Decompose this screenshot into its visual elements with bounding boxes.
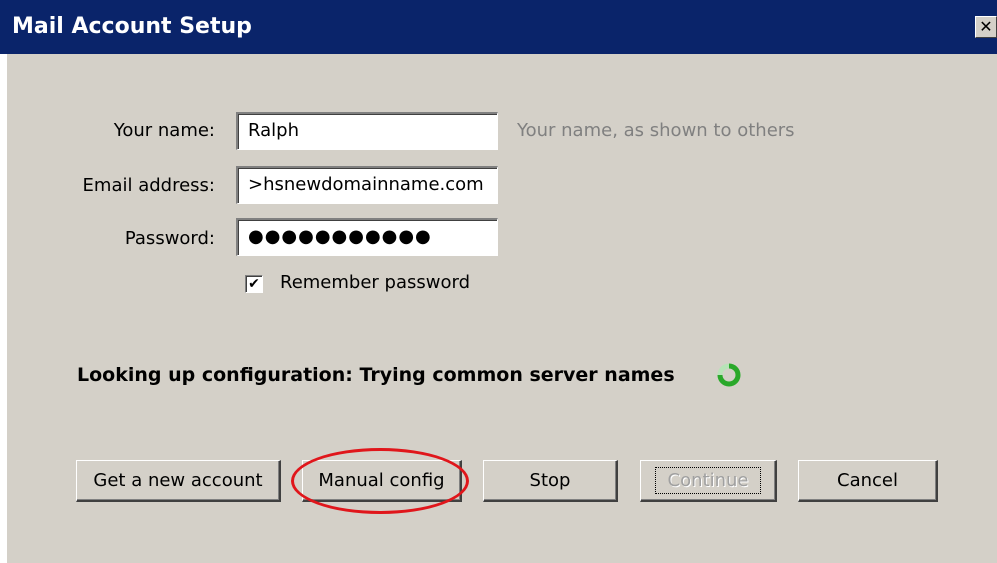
- your-name-hint: Your name, as shown to others: [517, 120, 795, 141]
- email-label-text: Email address:: [82, 175, 215, 196]
- title-bar: Mail Account Setup ✕: [0, 0, 997, 54]
- your-name-label: Your name:: [15, 120, 215, 142]
- manual-config-button[interactable]: Manual config: [302, 460, 462, 502]
- email-value: >hsnewdomainname.com: [248, 174, 484, 195]
- password-masked-value: ●●●●●●●●●●●: [248, 226, 432, 247]
- left-border: [0, 54, 8, 563]
- remember-password-checkbox[interactable]: ✔: [245, 275, 263, 293]
- close-icon: ✕: [979, 17, 993, 36]
- get-new-account-button[interactable]: Get a new account: [76, 460, 281, 502]
- your-name-label-text: Your name:: [113, 120, 215, 141]
- your-name-value: Ralph: [248, 120, 299, 141]
- get-new-account-label: Get a new account: [93, 470, 263, 491]
- status-message: Looking up configuration: Trying common …: [77, 364, 675, 386]
- checkmark-icon: ✔: [248, 276, 260, 292]
- stop-label: Stop: [529, 470, 571, 491]
- stop-button[interactable]: Stop: [483, 460, 618, 502]
- remember-password-label: Remember password: [280, 272, 470, 293]
- your-name-input[interactable]: Ralph: [236, 112, 498, 150]
- manual-config-label: Manual config: [318, 470, 445, 491]
- cancel-label: Cancel: [837, 470, 898, 491]
- loading-spinner-icon: [717, 363, 741, 387]
- password-label: Password:: [15, 228, 215, 250]
- password-label-text: Password:: [124, 228, 215, 249]
- password-input[interactable]: ●●●●●●●●●●●: [236, 218, 498, 256]
- close-button[interactable]: ✕: [975, 16, 997, 38]
- continue-button[interactable]: Continue: [640, 460, 777, 502]
- mail-account-setup-dialog: Mail Account Setup ✕ Your name: Ralph Yo…: [0, 0, 997, 563]
- continue-label: Continue: [654, 467, 762, 494]
- email-input[interactable]: >hsnewdomainname.com: [236, 166, 498, 204]
- email-label: Email address:: [15, 175, 215, 197]
- dialog-title: Mail Account Setup: [12, 14, 252, 39]
- cancel-button[interactable]: Cancel: [798, 460, 938, 502]
